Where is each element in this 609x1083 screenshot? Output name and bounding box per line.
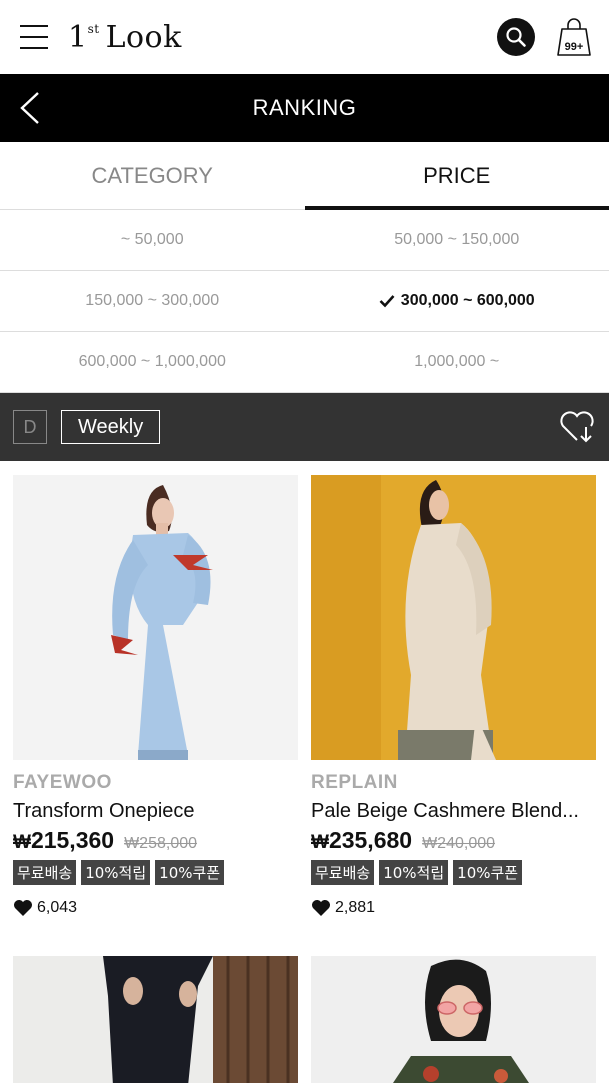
like-count[interactable]: 2,881 <box>311 899 596 917</box>
price-filter-label: 150,000 ~ 300,000 <box>85 292 220 309</box>
product-price: ₩235,680 <box>311 827 412 854</box>
price-filter-grid: ~ 50,000 50,000 ~ 150,000 150,000 ~ 300,… <box>0 210 609 393</box>
search-button[interactable] <box>497 18 535 56</box>
price-filter-option-selected[interactable]: 300,000 ~ 600,000 <box>304 271 609 332</box>
product-badges: 무료배송 10%적립 10%쿠폰 <box>311 860 596 885</box>
product-photo <box>13 956 298 1083</box>
product-card[interactable] <box>311 956 596 1083</box>
period-filter-bar: D Weekly <box>0 393 609 461</box>
product-image[interactable] <box>311 956 596 1083</box>
price-filter-label: 600,000 ~ 1,000,000 <box>78 353 226 370</box>
like-count-value: 2,881 <box>335 899 376 916</box>
product-grid: FAYEWOO Transform Onepiece ₩215,360 ₩258… <box>0 461 609 1083</box>
tab-price[interactable]: PRICE <box>304 142 609 210</box>
price-filter-option[interactable]: 50,000 ~ 150,000 <box>304 210 609 271</box>
heart-icon <box>14 900 32 916</box>
daily-toggle[interactable]: D <box>13 410 47 444</box>
product-card[interactable]: REPLAIN Pale Beige Cashmere Blend... ₩23… <box>311 475 596 956</box>
product-photo <box>311 956 596 1083</box>
top-header: 1 st Look 99+ <box>0 0 609 74</box>
price-filter-label: 300,000 ~ 600,000 <box>400 292 535 309</box>
logo-number: 1 <box>68 19 88 55</box>
price-filter-label: ~ 50,000 <box>120 231 184 248</box>
checkmark-icon <box>379 295 395 308</box>
points-badge: 10%적립 <box>379 860 449 885</box>
free-shipping-badge: 무료배송 <box>13 860 77 885</box>
original-price: ₩240,000 <box>422 835 496 852</box>
currency-symbol: ₩ <box>311 832 329 853</box>
price-filter-option[interactable]: 150,000 ~ 300,000 <box>0 271 305 332</box>
ranking-bar: RANKING <box>0 74 609 142</box>
page-title: RANKING <box>252 95 357 120</box>
currency-symbol: ₩ <box>13 832 31 853</box>
product-card[interactable]: FAYEWOO Transform Onepiece ₩215,360 ₩258… <box>13 475 298 956</box>
like-count[interactable]: 6,043 <box>13 899 298 917</box>
heart-icon <box>312 900 330 916</box>
product-image[interactable] <box>13 956 298 1083</box>
logo-word: Look <box>105 19 182 55</box>
price-value: 215,360 <box>30 827 115 853</box>
price-filter-option[interactable]: 600,000 ~ 1,000,000 <box>0 332 305 393</box>
menu-icon[interactable] <box>20 25 48 49</box>
coupon-badge: 10%쿠폰 <box>155 860 225 885</box>
price-filter-option[interactable]: 1,000,000 ~ <box>304 332 609 393</box>
coupon-badge: 10%쿠폰 <box>453 860 523 885</box>
product-card[interactable] <box>13 956 298 1083</box>
heart-download-icon[interactable] <box>558 410 596 444</box>
back-arrow-icon[interactable] <box>18 91 42 125</box>
price-filter-option[interactable]: ~ 50,000 <box>0 210 305 271</box>
weekly-toggle[interactable]: Weekly <box>61 410 161 444</box>
free-shipping-badge: 무료배송 <box>311 860 375 885</box>
product-name[interactable]: Pale Beige Cashmere Blend... <box>311 800 596 823</box>
product-price: ₩215,360 <box>13 827 114 854</box>
product-brand: FAYEWOO <box>13 772 112 793</box>
tab-category[interactable]: CATEGORY <box>0 142 305 209</box>
points-badge: 10%적립 <box>81 860 151 885</box>
cart-count-badge: 99+ <box>564 41 584 53</box>
price-filter-label: 1,000,000 ~ <box>414 353 500 370</box>
logo-superscript: st <box>87 21 100 36</box>
price-filter-label: 50,000 ~ 150,000 <box>394 231 520 248</box>
search-icon <box>506 27 526 47</box>
product-badges: 무료배송 10%적립 10%쿠폰 <box>13 860 298 885</box>
product-name[interactable]: Transform Onepiece <box>13 800 298 823</box>
product-brand: REPLAIN <box>311 772 398 793</box>
logo[interactable]: 1 st Look <box>68 20 182 55</box>
original-price: ₩258,000 <box>124 835 198 852</box>
product-image[interactable] <box>13 475 298 760</box>
product-photo <box>13 475 298 760</box>
ranking-tabs: CATEGORY PRICE <box>0 142 609 210</box>
product-photo <box>311 475 596 760</box>
price-value: 235,680 <box>328 827 413 853</box>
product-image[interactable] <box>311 475 596 760</box>
shopping-bag-button[interactable]: 99+ <box>555 17 593 57</box>
like-count-value: 6,043 <box>37 899 78 916</box>
